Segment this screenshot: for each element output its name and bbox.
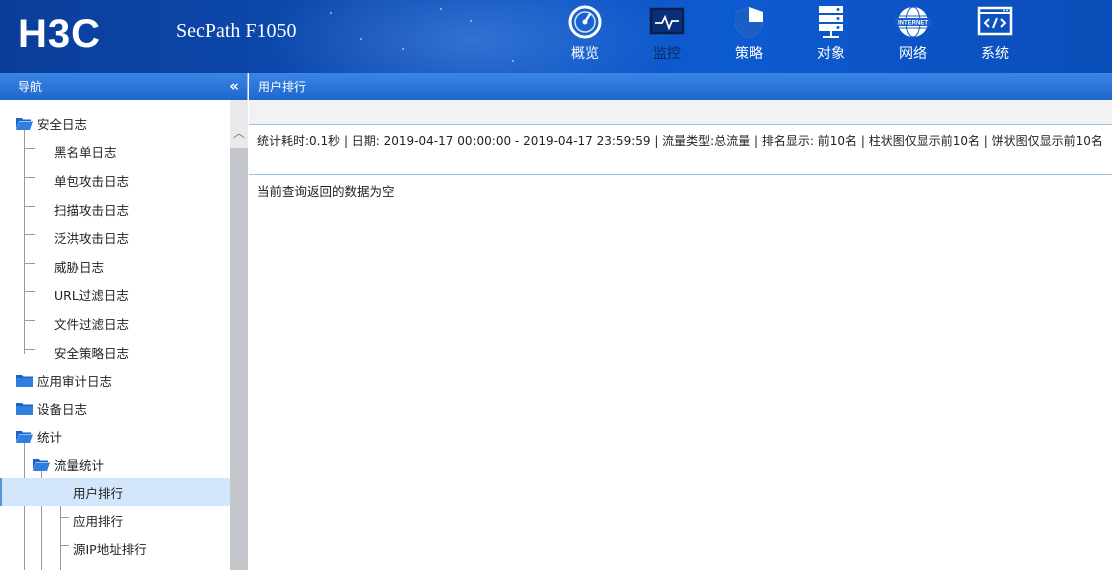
tree-item-url-filter-log[interactable]: URL过滤日志 <box>0 280 230 308</box>
nav-overview[interactable]: 概览 <box>544 0 626 73</box>
collapse-icon[interactable]: « <box>229 77 239 95</box>
empty-result-message: 当前查询返回的数据为空 <box>257 184 395 199</box>
tree-label: 泛洪攻击日志 <box>54 230 130 246</box>
tree-item-threat-log[interactable]: 威胁日志 <box>0 252 230 280</box>
tree-label: 扫描攻击日志 <box>54 202 130 218</box>
server-icon <box>813 4 849 40</box>
gauge-icon <box>567 4 603 40</box>
nav-label: 监控 <box>653 46 681 62</box>
tree-item-user-ranking[interactable]: 用户排行 <box>0 478 230 506</box>
tree-item-app-ranking[interactable]: 应用排行 <box>0 506 230 534</box>
brand-logo[interactable]: H3C <box>18 14 101 54</box>
top-header: H3C SecPath F1050 概览 监控 策略 对象 INTERNET 网… <box>0 0 1112 73</box>
tree-folder-statistics[interactable]: 统计 <box>0 422 230 450</box>
nav-label: 网络 <box>899 46 927 62</box>
top-nav: 概览 监控 策略 对象 INTERNET 网络 系统 <box>544 0 1036 73</box>
tree-label: 黑名单日志 <box>54 144 117 160</box>
nav-label: 策略 <box>735 46 763 62</box>
nav-policy[interactable]: 策略 <box>708 0 790 73</box>
tree-folder-device-log[interactable]: 设备日志 <box>0 394 230 422</box>
tree-item-file-filter-log[interactable]: 文件过滤日志 <box>0 309 230 337</box>
header-star <box>360 38 362 40</box>
shield-icon <box>731 4 767 40</box>
nav-label: 概览 <box>571 46 599 62</box>
tree-folder-app-audit-log[interactable]: 应用审计日志 <box>0 366 230 394</box>
tree-folder-traffic-statistics[interactable]: 流量统计 <box>0 450 230 478</box>
tree-item-flood-attack-log[interactable]: 泛洪攻击日志 <box>0 223 230 251</box>
main-header: 用户排行 <box>249 73 1112 100</box>
folder-open-icon <box>16 430 33 443</box>
tree-item-scan-attack-log[interactable]: 扫描攻击日志 <box>0 195 230 223</box>
folder-closed-icon <box>16 402 33 415</box>
sidebar-title: 导航 <box>18 80 43 94</box>
sidebar-header: 导航 « <box>0 73 247 100</box>
nav-system[interactable]: 系统 <box>954 0 1036 73</box>
sidebar-scrollbar[interactable]: ︿ <box>230 100 248 570</box>
nav-monitor[interactable]: 监控 <box>626 0 708 73</box>
chevron-up-icon[interactable]: ︿ <box>233 124 245 141</box>
internet-icon-text: INTERNET <box>898 21 928 27</box>
scrollbar-thumb[interactable] <box>230 148 248 570</box>
nav-network[interactable]: INTERNET 网络 <box>872 0 954 73</box>
tree-label: URL过滤日志 <box>54 287 129 303</box>
tree-label: 单包攻击日志 <box>54 173 130 189</box>
tree-label: 安全日志 <box>37 116 88 132</box>
folder-closed-icon <box>16 374 33 387</box>
header-star <box>512 60 514 62</box>
tree-label: 文件过滤日志 <box>54 316 130 332</box>
header-star <box>440 8 442 10</box>
code-window-icon <box>977 4 1013 40</box>
tree-label: 设备日志 <box>37 401 88 417</box>
header-star <box>470 20 472 22</box>
header-star <box>330 12 332 14</box>
tree-label: 流量统计 <box>54 457 105 473</box>
tree-label: 应用排行 <box>73 513 124 529</box>
header-star <box>402 48 404 50</box>
tree-label: 用户排行 <box>73 485 124 501</box>
page-title: 用户排行 <box>258 80 307 94</box>
tree-label: 源IP地址排行 <box>73 541 147 557</box>
folder-open-icon <box>33 458 50 471</box>
query-summary: 统计耗时:0.1秒 | 日期: 2019-04-17 00:00:00 - 20… <box>249 125 1112 175</box>
tree-item-single-packet-attack-log[interactable]: 单包攻击日志 <box>0 166 230 194</box>
tree-label: 统计 <box>37 429 63 445</box>
folder-open-icon <box>16 117 33 130</box>
tree-item-source-ip-ranking[interactable]: 源IP地址排行 <box>0 534 230 562</box>
nav-label: 系统 <box>981 46 1009 62</box>
tree-label: 威胁日志 <box>54 259 105 275</box>
product-name: SecPath F1050 <box>176 20 297 42</box>
tree-label: 应用审计日志 <box>37 373 113 389</box>
tree-item-security-policy-log[interactable]: 安全策略日志 <box>0 338 230 366</box>
tree-item-blacklist-log[interactable]: 黑名单日志 <box>0 137 230 165</box>
tree-folder-security-log[interactable]: 安全日志 <box>0 109 230 137</box>
nav-label: 对象 <box>817 46 845 62</box>
toolbar <box>249 100 1112 125</box>
nav-object[interactable]: 对象 <box>790 0 872 73</box>
main-panel: 用户排行 统计耗时:0.1秒 | 日期: 2019-04-17 00:00:00… <box>249 73 1112 570</box>
internet-globe-icon: INTERNET <box>895 4 931 40</box>
nav-tree: 安全日志 黑名单日志 单包攻击日志 扫描攻击日志 泛洪攻击日志 威胁日志 URL… <box>0 100 230 570</box>
tree-label: 安全策略日志 <box>54 345 130 361</box>
monitor-icon <box>649 4 685 40</box>
sidebar: 导航 « 安全日志 黑名单日志 单包攻击日志 扫描攻击日志 泛洪攻击日志 威胁日… <box>0 73 248 570</box>
